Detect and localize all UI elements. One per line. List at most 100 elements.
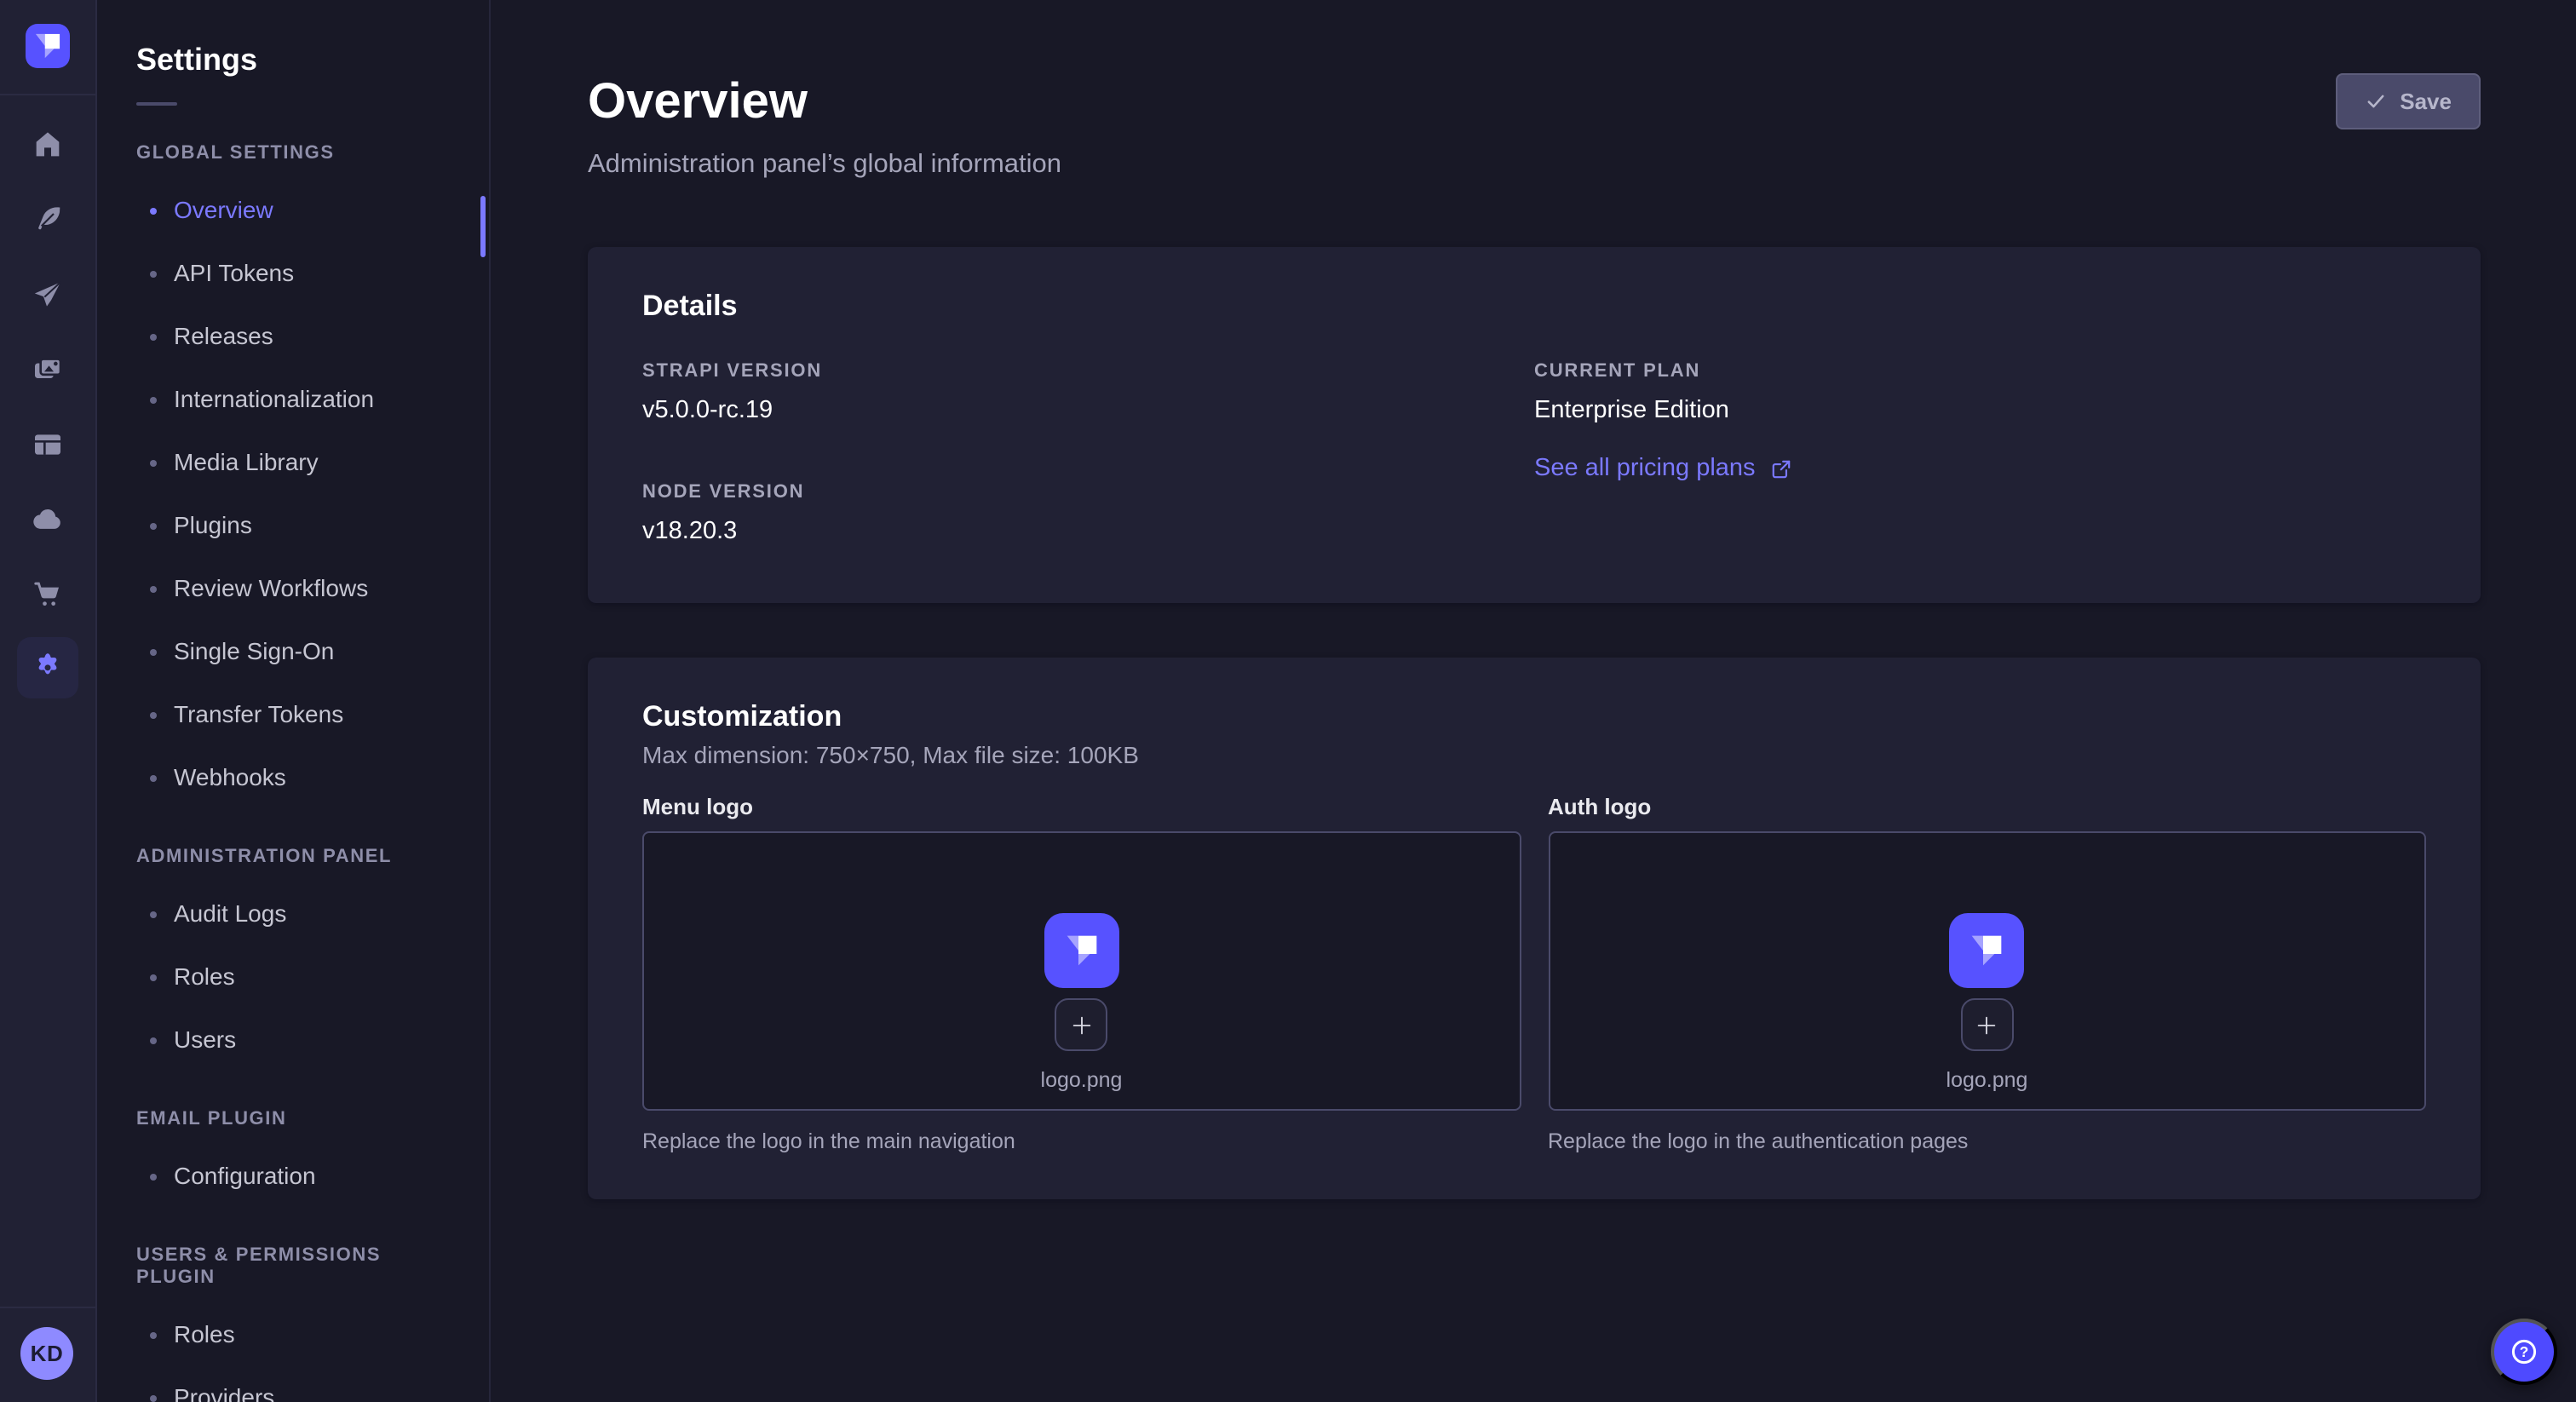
customization-card-title: Customization xyxy=(642,698,2426,734)
help-button[interactable]: ? xyxy=(2491,1319,2557,1385)
rail-item-home[interactable] xyxy=(14,111,82,179)
rail-divider xyxy=(0,1307,95,1308)
bullet-icon xyxy=(150,774,157,781)
details-card: Details STRAPI VERSION v5.0.0-rc.19 CURR… xyxy=(588,247,2481,603)
svg-text:?: ? xyxy=(2520,1343,2529,1360)
subnav-item-up-providers[interactable]: Providers xyxy=(95,1366,489,1402)
subnav-item-single-sign-on[interactable]: Single Sign-On xyxy=(95,620,489,683)
auth-logo-add-button[interactable] xyxy=(1961,998,2014,1051)
rail-item-marketplace[interactable] xyxy=(14,560,82,629)
bullet-icon xyxy=(150,1037,157,1043)
menu-logo-filename: logo.png xyxy=(1041,1068,1123,1092)
page-header: Overview Administration panel’s global i… xyxy=(588,0,2481,182)
page-subtitle: Administration panel’s global informatio… xyxy=(588,148,2481,182)
workspace-logo[interactable] xyxy=(26,24,70,68)
subnav-title: Settings xyxy=(136,41,448,78)
rail-item-releases[interactable] xyxy=(14,261,82,329)
menu-logo-preview[interactable] xyxy=(1044,913,1119,988)
field-value: v18.20.3 xyxy=(642,514,1534,549)
details-card-title: Details xyxy=(642,288,2426,324)
field-label: STRAPI VERSION xyxy=(642,361,1534,383)
subnav-item-transfer-tokens[interactable]: Transfer Tokens xyxy=(95,683,489,746)
menu-logo-label: Menu logo xyxy=(642,794,1521,821)
auth-logo-filename: logo.png xyxy=(1946,1068,2028,1092)
plus-icon xyxy=(1070,1013,1094,1037)
rail-item-settings[interactable] xyxy=(17,637,78,698)
subnav-item-review-workflows[interactable]: Review Workflows xyxy=(95,557,489,620)
field-label: CURRENT PLAN xyxy=(1534,361,2426,383)
check-icon xyxy=(2364,90,2386,112)
cart-icon xyxy=(31,577,65,612)
rail-item-content[interactable] xyxy=(14,186,82,254)
strapi-logo-icon xyxy=(1960,923,2015,978)
rail-item-media[interactable] xyxy=(14,336,82,404)
rail-divider xyxy=(0,94,95,95)
main-nav-rail: KD xyxy=(0,0,97,1402)
feather-icon xyxy=(31,203,65,237)
user-avatar[interactable]: KD xyxy=(20,1327,73,1380)
main-content: Overview Administration panel’s global i… xyxy=(492,0,2576,1402)
auth-logo-hint: Replace the logo in the authentication p… xyxy=(1548,1128,2426,1155)
bullet-icon xyxy=(150,522,157,529)
subnav-item-admin-users[interactable]: Users xyxy=(95,1008,489,1072)
subnav-item-admin-roles[interactable]: Roles xyxy=(95,945,489,1008)
bullet-icon xyxy=(150,711,157,718)
strapi-logo-icon xyxy=(1055,923,1109,978)
field-value: v5.0.0-rc.19 xyxy=(642,394,1534,428)
pricing-plans-link[interactable]: See all pricing plans xyxy=(1534,451,1793,486)
section-title-global-settings: GLOBAL SETTINGS xyxy=(136,143,448,165)
menu-logo-dropzone[interactable]: logo.png xyxy=(642,831,1521,1111)
strapi-admin-settings-page: KD Settings GLOBAL SETTINGS Overview API… xyxy=(0,0,2576,1402)
auth-logo-label: Auth logo xyxy=(1548,794,2426,821)
bullet-icon xyxy=(150,1394,157,1401)
bullet-icon xyxy=(150,270,157,277)
page-title: Overview xyxy=(588,75,2481,131)
bullet-icon xyxy=(150,207,157,214)
paper-plane-icon xyxy=(31,278,65,312)
question-circle-icon: ? xyxy=(2506,1334,2542,1370)
subnav-item-up-roles[interactable]: Roles xyxy=(95,1303,489,1366)
auth-logo-field: Auth logo xyxy=(1548,794,2426,1155)
field-current-plan: CURRENT PLAN Enterprise Edition See all … xyxy=(1534,361,2426,549)
bullet-icon xyxy=(150,585,157,592)
subnav-item-internationalization[interactable]: Internationalization xyxy=(95,368,489,431)
settings-subnav: Settings GLOBAL SETTINGS Overview API To… xyxy=(95,0,491,1402)
subnav-item-webhooks[interactable]: Webhooks xyxy=(95,746,489,809)
field-value: Enterprise Edition xyxy=(1534,394,2426,428)
section-title-users-permissions-plugin: USERS & PERMISSIONS PLUGIN xyxy=(136,1245,448,1290)
bullet-icon xyxy=(150,1173,157,1180)
bullet-icon xyxy=(150,911,157,917)
subnav-item-media-library[interactable]: Media Library xyxy=(95,431,489,494)
subnav-item-email-configuration[interactable]: Configuration xyxy=(95,1145,489,1208)
save-button[interactable]: Save xyxy=(2335,73,2481,129)
bullet-icon xyxy=(150,459,157,466)
menu-logo-hint: Replace the logo in the main navigation xyxy=(642,1128,1521,1155)
avatar-initials: KD xyxy=(31,1341,64,1366)
subnav-item-overview[interactable]: Overview xyxy=(95,179,489,242)
subnav-item-plugins[interactable]: Plugins xyxy=(95,494,489,557)
external-link-icon xyxy=(1771,457,1793,480)
field-label: NODE VERSION xyxy=(642,482,1534,504)
customization-card-subtitle: Max dimension: 750×750, Max file size: 1… xyxy=(642,739,2426,770)
subnav-item-api-tokens[interactable]: API Tokens xyxy=(95,242,489,305)
field-strapi-version: STRAPI VERSION v5.0.0-rc.19 xyxy=(642,361,1534,428)
rail-item-cloud[interactable] xyxy=(14,486,82,554)
home-icon xyxy=(31,128,65,162)
auth-logo-preview[interactable] xyxy=(1950,913,2025,988)
auth-logo-dropzone[interactable]: logo.png xyxy=(1548,831,2426,1111)
pictures-icon xyxy=(31,353,65,387)
field-node-version: NODE VERSION v18.20.3 xyxy=(642,482,1534,549)
subnav-scrollbar[interactable] xyxy=(480,196,486,257)
customization-card: Customization Max dimension: 750×750, Ma… xyxy=(588,658,2481,1199)
bullet-icon xyxy=(150,648,157,655)
rail-item-content-manager[interactable] xyxy=(14,411,82,479)
subnav-item-releases[interactable]: Releases xyxy=(95,305,489,368)
menu-logo-add-button[interactable] xyxy=(1055,998,1108,1051)
layout-icon xyxy=(31,428,65,462)
plus-icon xyxy=(1975,1013,1999,1037)
section-title-email-plugin: EMAIL PLUGIN xyxy=(136,1109,448,1131)
subnav-item-audit-logs[interactable]: Audit Logs xyxy=(95,882,489,945)
subnav-title-rule xyxy=(136,102,177,106)
section-title-administration-panel: ADMINISTRATION PANEL xyxy=(136,847,448,869)
gear-icon xyxy=(31,651,65,685)
